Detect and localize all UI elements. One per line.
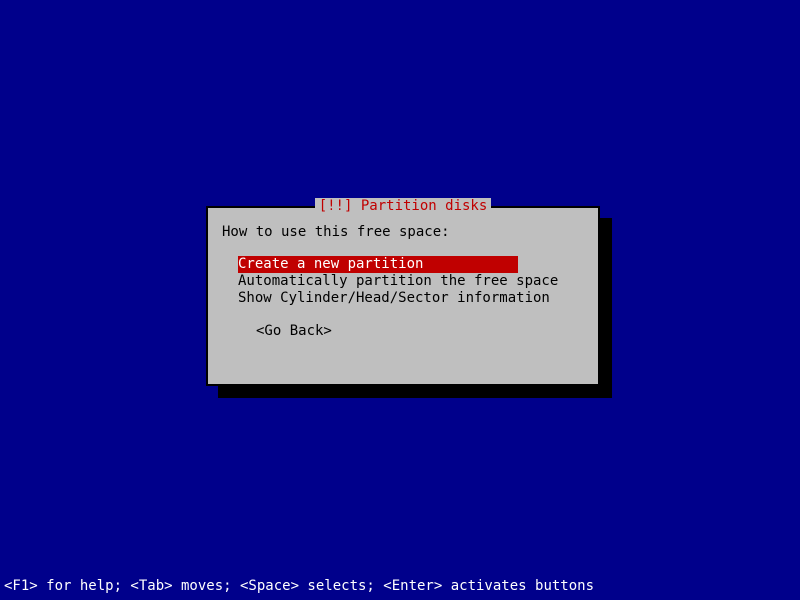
prompt-text: How to use this free space: xyxy=(222,224,584,240)
options-list: Create a new partition Automatically par… xyxy=(238,256,584,307)
option-auto-partition[interactable]: Automatically partition the free space xyxy=(238,273,584,290)
go-back-button[interactable]: <Go Back> xyxy=(256,323,332,339)
option-show-chs[interactable]: Show Cylinder/Head/Sector information xyxy=(238,290,584,307)
dialog-content: How to use this free space: Create a new… xyxy=(208,208,598,355)
go-back-container: <Go Back> xyxy=(256,323,584,339)
option-create-partition[interactable]: Create a new partition xyxy=(238,256,518,273)
dialog-title: [!!] Partition disks xyxy=(315,198,492,214)
dialog-title-container: [!!] Partition disks xyxy=(208,198,598,214)
status-bar: <F1> for help; <Tab> moves; <Space> sele… xyxy=(4,578,594,594)
dialog-title-text: Partition disks xyxy=(361,198,487,214)
partition-dialog: [!!] Partition disks How to use this fre… xyxy=(206,206,600,386)
dialog-title-marker: [!!] xyxy=(319,198,353,214)
